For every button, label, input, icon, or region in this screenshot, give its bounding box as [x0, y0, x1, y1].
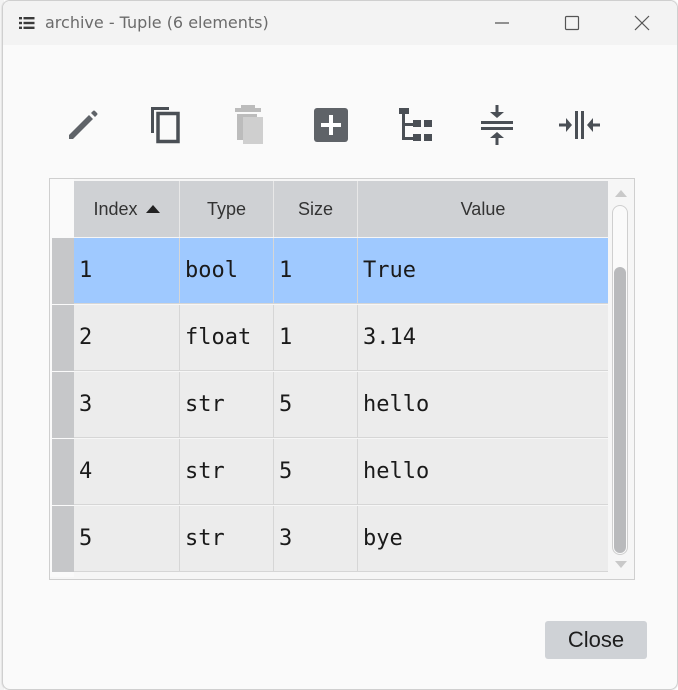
row-header[interactable] — [52, 305, 74, 371]
cell-type[interactable]: str — [180, 372, 274, 438]
collapse-horizontal-icon — [559, 111, 600, 139]
vertical-scrollbar[interactable] — [611, 181, 631, 575]
edit-button[interactable] — [59, 101, 107, 149]
tree-view-button[interactable] — [391, 101, 439, 149]
cell-value[interactable]: True — [358, 238, 608, 304]
scroll-up-arrow-icon[interactable] — [615, 190, 627, 197]
cell-type[interactable]: str — [180, 506, 274, 572]
close-icon — [634, 15, 650, 31]
plus-square-icon — [314, 108, 348, 142]
copy-button[interactable] — [141, 101, 189, 149]
trash-icon — [235, 105, 263, 144]
column-header-label: Value — [460, 198, 506, 219]
list-icon — [19, 15, 35, 34]
cell-value[interactable]: hello — [358, 439, 608, 505]
row-header[interactable] — [52, 439, 74, 505]
table-row[interactable]: 4 str 5 hello — [52, 439, 608, 505]
scroll-thumb[interactable] — [614, 267, 626, 553]
cell-index[interactable]: 1 — [74, 238, 180, 304]
sort-ascending-icon — [145, 205, 160, 213]
window-title: archive - Tuple (6 elements) — [45, 13, 269, 32]
maximize-button[interactable] — [549, 1, 595, 45]
column-header-label: Type — [206, 198, 247, 219]
cell-value[interactable]: hello — [358, 372, 608, 438]
collapse-vertical-button[interactable] — [473, 101, 521, 149]
cell-size[interactable]: 5 — [274, 372, 358, 438]
title-bar[interactable]: archive - Tuple (6 elements) — [3, 1, 677, 45]
minimize-icon — [495, 22, 509, 24]
table-row[interactable]: 1 bool 1 True — [52, 238, 608, 304]
column-header-index[interactable]: Index — [74, 181, 180, 237]
dialog-window: archive - Tuple (6 elements) Index Type … — [2, 0, 678, 690]
column-header-label: Size — [297, 198, 333, 219]
cell-index[interactable]: 2 — [74, 305, 180, 371]
cell-index[interactable]: 4 — [74, 439, 180, 505]
close-button[interactable]: Close — [545, 621, 647, 659]
row-header[interactable] — [52, 372, 74, 438]
cell-index[interactable]: 5 — [74, 506, 180, 572]
column-header-value[interactable]: Value — [358, 181, 608, 237]
tree-view-icon — [399, 108, 432, 141]
cell-value[interactable]: 3.14 — [358, 305, 608, 371]
cell-size[interactable]: 3 — [274, 506, 358, 572]
cell-size[interactable]: 1 — [274, 305, 358, 371]
cell-type[interactable]: bool — [180, 238, 274, 304]
table-header: Index Type Size Value — [74, 181, 608, 237]
cell-size[interactable]: 1 — [274, 238, 358, 304]
insert-button[interactable] — [307, 101, 355, 149]
table-row[interactable]: 3 str 5 hello — [52, 372, 608, 438]
cell-index[interactable]: 3 — [74, 372, 180, 438]
collapse-horizontal-button[interactable] — [555, 101, 603, 149]
table-row[interactable]: 2 float 1 3.14 — [52, 305, 608, 371]
minimize-button[interactable] — [479, 1, 525, 45]
table-row[interactable]: 5 str 3 bye — [52, 506, 608, 572]
delete-button — [223, 101, 271, 149]
row-header[interactable] — [52, 506, 74, 572]
maximize-icon — [564, 15, 580, 31]
cell-value[interactable]: bye — [358, 506, 608, 572]
scroll-down-arrow-icon[interactable] — [615, 561, 627, 568]
column-header-type[interactable]: Type — [180, 181, 274, 237]
cell-size[interactable]: 5 — [274, 439, 358, 505]
row-header[interactable] — [52, 238, 74, 304]
tuple-table: Index Type Size Value 1 bool 1 True 2 fl… — [49, 178, 635, 580]
cell-type[interactable]: str — [180, 439, 274, 505]
column-header-size[interactable]: Size — [274, 181, 358, 237]
close-window-button[interactable] — [619, 1, 665, 45]
column-header-label: Index — [93, 198, 138, 219]
cell-type[interactable]: float — [180, 305, 274, 371]
pencil-icon — [69, 110, 98, 139]
collapse-vertical-icon — [481, 105, 513, 145]
copy-icon — [151, 107, 180, 144]
